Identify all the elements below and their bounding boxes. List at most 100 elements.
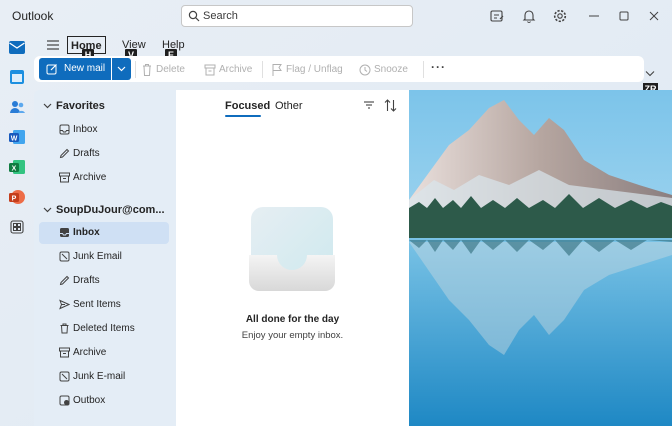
hamburger-menu-icon[interactable]	[46, 39, 60, 51]
new-mail-button[interactable]: New mail	[39, 58, 111, 80]
folder-label: Junk E-mail	[73, 371, 126, 382]
rail-apps[interactable]	[6, 216, 28, 238]
tab-focused[interactable]: Focused	[225, 100, 270, 116]
snooze-button[interactable]: Snooze	[359, 63, 419, 77]
empty-state-title: All done for the day	[245, 314, 340, 325]
favorite-inbox[interactable]: Inbox	[39, 119, 169, 141]
folder-drafts[interactable]: Drafts	[39, 270, 169, 292]
junk-icon	[59, 251, 70, 262]
apps-icon	[10, 220, 24, 234]
minimize-icon[interactable]	[586, 8, 602, 24]
new-mail-dropdown[interactable]	[112, 58, 131, 80]
flag-icon	[272, 64, 282, 76]
excel-icon: X	[9, 160, 25, 174]
empty-state-subtitle: Enjoy your empty inbox.	[241, 330, 344, 341]
folder-label: Inbox	[73, 227, 100, 238]
ribbon-tabs: Home View Help H V E	[34, 32, 654, 61]
svg-text:X: X	[12, 166, 17, 173]
flag-button[interactable]: Flag / Unflag	[271, 63, 351, 77]
folder-junk-email[interactable]: Junk Email	[39, 246, 169, 268]
pencil-icon	[59, 148, 70, 159]
folder-label: Archive	[73, 172, 107, 183]
rail-powerpoint[interactable]: P	[6, 186, 28, 208]
rail-mail[interactable]	[6, 36, 28, 58]
gear-icon[interactable]	[552, 8, 568, 24]
title-bar: Outlook Search	[0, 0, 672, 32]
chevron-down-icon	[117, 66, 126, 72]
folder-archive[interactable]: Archive	[39, 342, 169, 364]
folder-outbox[interactable]: Outbox	[39, 390, 169, 412]
search-icon	[188, 10, 200, 22]
empty-inbox-illustration	[249, 207, 335, 291]
bell-icon[interactable]	[521, 8, 537, 24]
favorite-archive[interactable]: Archive	[39, 167, 169, 189]
inbox-icon	[59, 124, 70, 135]
folder-label: Drafts	[73, 275, 100, 286]
search-placeholder: Search	[203, 10, 238, 22]
trash-icon	[60, 323, 69, 334]
outbox-icon	[59, 395, 70, 406]
mail-icon	[9, 41, 25, 54]
filter-icon[interactable]	[363, 99, 375, 111]
archive-icon	[59, 172, 70, 183]
search-input[interactable]: Search	[181, 5, 413, 27]
powerpoint-icon: P	[9, 190, 25, 204]
rail-word[interactable]: W	[6, 126, 28, 148]
folder-deleted-items[interactable]: Deleted Items	[39, 318, 169, 340]
maximize-icon[interactable]	[616, 8, 632, 24]
folder-label: Outbox	[73, 395, 106, 406]
compose-icon	[46, 64, 57, 75]
ribbon-divider	[423, 61, 424, 78]
flag-label: Flag / Unflag	[286, 64, 343, 75]
folder-label: Deleted Items	[73, 323, 135, 334]
favorites-title: Favorites	[56, 100, 105, 112]
focused-tab-indicator	[225, 115, 261, 117]
sort-icon[interactable]	[384, 99, 397, 112]
message-list: Focused Other All done for the day Enjoy…	[176, 90, 409, 426]
archive-icon	[204, 64, 216, 76]
folder-label: Sent Items	[73, 299, 121, 310]
rail-excel[interactable]: X	[6, 156, 28, 178]
app-title: Outlook	[12, 9, 54, 23]
send-icon	[59, 299, 70, 310]
compose-note-icon[interactable]	[489, 8, 505, 24]
inbox-icon	[60, 228, 69, 237]
folder-label: Junk Email	[73, 251, 122, 262]
people-icon	[10, 101, 25, 113]
junk-icon	[59, 371, 70, 382]
reading-pane-background-image	[409, 90, 672, 426]
rail-calendar[interactable]	[6, 66, 28, 88]
svg-text:P: P	[12, 196, 17, 203]
ribbon-divider	[262, 61, 263, 78]
app-rail: W X P	[0, 32, 34, 426]
trash-icon	[143, 64, 151, 76]
delete-button[interactable]: Delete	[141, 63, 191, 77]
folder-pane: Favorites Inbox Drafts Archive SoupDuJou…	[34, 90, 176, 426]
folder-label: Drafts	[73, 148, 100, 159]
favorite-drafts[interactable]: Drafts	[39, 143, 169, 165]
tab-other[interactable]: Other	[275, 100, 303, 116]
ribbon-expand-chevron-icon[interactable]	[645, 70, 655, 77]
folder-sent-items[interactable]: Sent Items	[39, 294, 169, 316]
ribbon-divider	[135, 61, 136, 78]
more-options-button[interactable]: ···	[431, 60, 446, 74]
close-icon[interactable]	[646, 8, 662, 24]
word-icon: W	[9, 130, 25, 144]
clock-icon	[359, 64, 371, 76]
account-header[interactable]: SoupDuJour@com...	[34, 201, 176, 221]
ribbon-toolbar: New mail Delete Archive Flag / Unflag Sn…	[34, 56, 644, 82]
folder-junk-e-mail[interactable]: Junk E-mail	[39, 366, 169, 388]
snooze-label: Snooze	[374, 64, 408, 75]
delete-label: Delete	[156, 64, 185, 75]
new-mail-label: New mail	[64, 63, 106, 74]
chevron-down-icon	[43, 207, 52, 213]
archive-button[interactable]: Archive	[204, 63, 256, 77]
rail-people[interactable]	[6, 96, 28, 118]
folder-inbox[interactable]: Inbox	[39, 222, 169, 244]
archive-icon	[59, 347, 70, 358]
folder-label: Inbox	[73, 124, 98, 135]
folder-label: Archive	[73, 347, 107, 358]
calendar-icon	[10, 70, 24, 84]
favorites-header[interactable]: Favorites	[34, 97, 176, 117]
svg-text:W: W	[11, 136, 18, 143]
